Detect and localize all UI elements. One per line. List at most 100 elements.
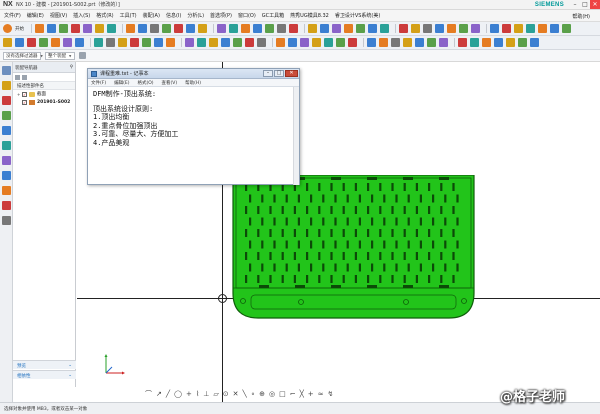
- toolbar-tool-icon[interactable]: [518, 38, 527, 47]
- toolbar-tool-icon[interactable]: [142, 38, 151, 47]
- history-icon[interactable]: [2, 156, 11, 165]
- toolbar-tool-icon[interactable]: [241, 24, 250, 33]
- toolbar-tool-icon[interactable]: [27, 38, 36, 47]
- toolbar-tool-icon[interactable]: [166, 38, 175, 47]
- toolbar-tool-icon[interactable]: [63, 38, 72, 47]
- snap-point-icon[interactable]: ╲: [242, 389, 246, 399]
- notepad-scrollbar[interactable]: [293, 87, 299, 185]
- toolbar-tool-icon[interactable]: [526, 24, 535, 33]
- filter-icon[interactable]: [22, 74, 27, 80]
- notepad-text-area[interactable]: DFM制作-顶出系统: 顶出系统设计原则: 1.顶出均衡 2.重点骨位加强顶出 3.可靠…: [88, 87, 299, 150]
- toolbar-tool-icon[interactable]: [367, 38, 376, 47]
- toolbar-tool-icon[interactable]: [138, 24, 147, 33]
- tree-item-section[interactable]: + ✓ 截面: [13, 90, 75, 98]
- toolbar-tool-icon[interactable]: [126, 24, 135, 33]
- menu-item[interactable]: 工具(T): [120, 12, 137, 19]
- toolbar-tool-icon[interactable]: [332, 24, 341, 33]
- menu-item[interactable]: 燕秀UG模具8.32: [290, 12, 329, 19]
- csys-origin-icon[interactable]: [216, 292, 229, 305]
- toolbar-tool-icon[interactable]: [470, 38, 479, 47]
- snap-point-icon[interactable]: ↯: [328, 389, 334, 399]
- toolbar-tool-icon[interactable]: [209, 38, 218, 47]
- menu-item[interactable]: 文件(F): [4, 12, 21, 19]
- snap-point-icon[interactable]: +: [186, 389, 192, 399]
- toolbar-tool-icon[interactable]: [130, 38, 139, 47]
- snap-point-icon[interactable]: ⌒: [145, 389, 152, 399]
- toolbar-tool-icon[interactable]: [51, 38, 60, 47]
- toolbar-tool-icon[interactable]: [308, 24, 317, 33]
- web-browser-icon[interactable]: [2, 141, 11, 150]
- toolbar-tool-icon[interactable]: [538, 24, 547, 33]
- close-button[interactable]: ✕: [590, 0, 600, 9]
- toolbar-tool-icon[interactable]: [403, 38, 412, 47]
- notepad-menu-item[interactable]: 帮助(H): [185, 80, 201, 86]
- toolbar-tool-icon[interactable]: [253, 24, 262, 33]
- start-icon[interactable]: [3, 24, 12, 33]
- toolbar-tool-icon[interactable]: [75, 38, 84, 47]
- toolbar-tool-icon[interactable]: [415, 38, 424, 47]
- menu-item[interactable]: 装配(A): [143, 12, 160, 19]
- notepad-close-button[interactable]: ✕: [285, 70, 298, 77]
- menu-item[interactable]: GC工具箱: [262, 12, 284, 19]
- toolbar-tool-icon[interactable]: [530, 38, 539, 47]
- toolbar-tool-icon[interactable]: [197, 38, 206, 47]
- toolbar-tool-icon[interactable]: [435, 24, 444, 33]
- toolbar-tool-icon[interactable]: [221, 38, 230, 47]
- toolbar-tool-icon[interactable]: [336, 38, 345, 47]
- menu-item-help[interactable]: 帮助(H): [572, 13, 590, 20]
- notepad-maximize-button[interactable]: □: [274, 70, 284, 77]
- toolbar-tool-icon[interactable]: [300, 38, 309, 47]
- toolbar-tool-icon[interactable]: [150, 24, 159, 33]
- menu-item[interactable]: 窗口(O): [238, 12, 256, 19]
- toolbar-tool-icon[interactable]: [233, 38, 242, 47]
- toolbar-tool-icon[interactable]: [312, 38, 321, 47]
- toolbar-tool-icon[interactable]: [217, 24, 226, 33]
- menu-item[interactable]: 首选项(P): [210, 12, 232, 19]
- toolbar-tool-icon[interactable]: [245, 38, 254, 47]
- toolbar-tool-icon[interactable]: [320, 24, 329, 33]
- menu-item[interactable]: 插入(S): [73, 12, 90, 19]
- snap-point-icon[interactable]: ⌐: [290, 389, 296, 399]
- snap-point-icon[interactable]: ◎: [269, 389, 275, 399]
- toolbar-tool-icon[interactable]: [490, 24, 499, 33]
- menu-item[interactable]: 信息(I): [166, 12, 181, 19]
- toolbar-tool-icon[interactable]: [439, 38, 448, 47]
- toolbar-tool-icon[interactable]: [174, 24, 183, 33]
- roles-icon[interactable]: [2, 201, 11, 210]
- green-part-model[interactable]: [231, 175, 476, 320]
- part-navigator-icon[interactable]: [2, 96, 11, 105]
- toolbar-tool-icon[interactable]: [162, 24, 171, 33]
- toolbar-tool-icon[interactable]: [344, 24, 353, 33]
- start-menu-button[interactable]: 开始: [15, 26, 24, 32]
- toolbar-tool-icon[interactable]: [562, 24, 571, 33]
- snap-point-icon[interactable]: ↗: [156, 389, 162, 399]
- toolbar-tool-icon[interactable]: [356, 24, 365, 33]
- toolbar-tool-icon[interactable]: [277, 24, 286, 33]
- menu-item[interactable]: 视图(V): [50, 12, 67, 19]
- toolbar-tool-icon[interactable]: [348, 38, 357, 47]
- toolbar-tool-icon[interactable]: [289, 24, 298, 33]
- toolbar-tool-icon[interactable]: [154, 38, 163, 47]
- toolbar-tool-icon[interactable]: [83, 24, 92, 33]
- toolbar-tool-icon[interactable]: [257, 38, 266, 47]
- toolbar-tool-icon[interactable]: [482, 38, 491, 47]
- toolbar-tool-icon[interactable]: [186, 24, 195, 33]
- snap-point-icon[interactable]: ⊙: [223, 389, 229, 399]
- toolbar-tool-icon[interactable]: [447, 24, 456, 33]
- checkbox[interactable]: ✓: [22, 99, 27, 105]
- menu-item[interactable]: 分析(L): [187, 12, 204, 19]
- column-header[interactable]: 描述性部件名: [13, 82, 75, 90]
- snap-point-icon[interactable]: ⊕: [259, 389, 265, 399]
- toolbar-tool-icon[interactable]: [3, 38, 12, 47]
- toolbar-tool-icon[interactable]: [276, 38, 285, 47]
- snap-point-icon[interactable]: ≈: [318, 389, 324, 399]
- snap-point-icon[interactable]: ◯: [174, 389, 182, 399]
- system-materials-icon[interactable]: [2, 186, 11, 195]
- snap-point-icon[interactable]: ✕: [233, 389, 239, 399]
- toolbar-tool-icon[interactable]: [380, 24, 389, 33]
- toolbar-tool-icon[interactable]: [411, 24, 420, 33]
- toolbar-tool-icon[interactable]: [185, 38, 194, 47]
- constraint-navigator-icon[interactable]: [2, 81, 11, 90]
- toolbar-tool-icon[interactable]: [229, 24, 238, 33]
- toolbar-tool-icon[interactable]: [95, 24, 104, 33]
